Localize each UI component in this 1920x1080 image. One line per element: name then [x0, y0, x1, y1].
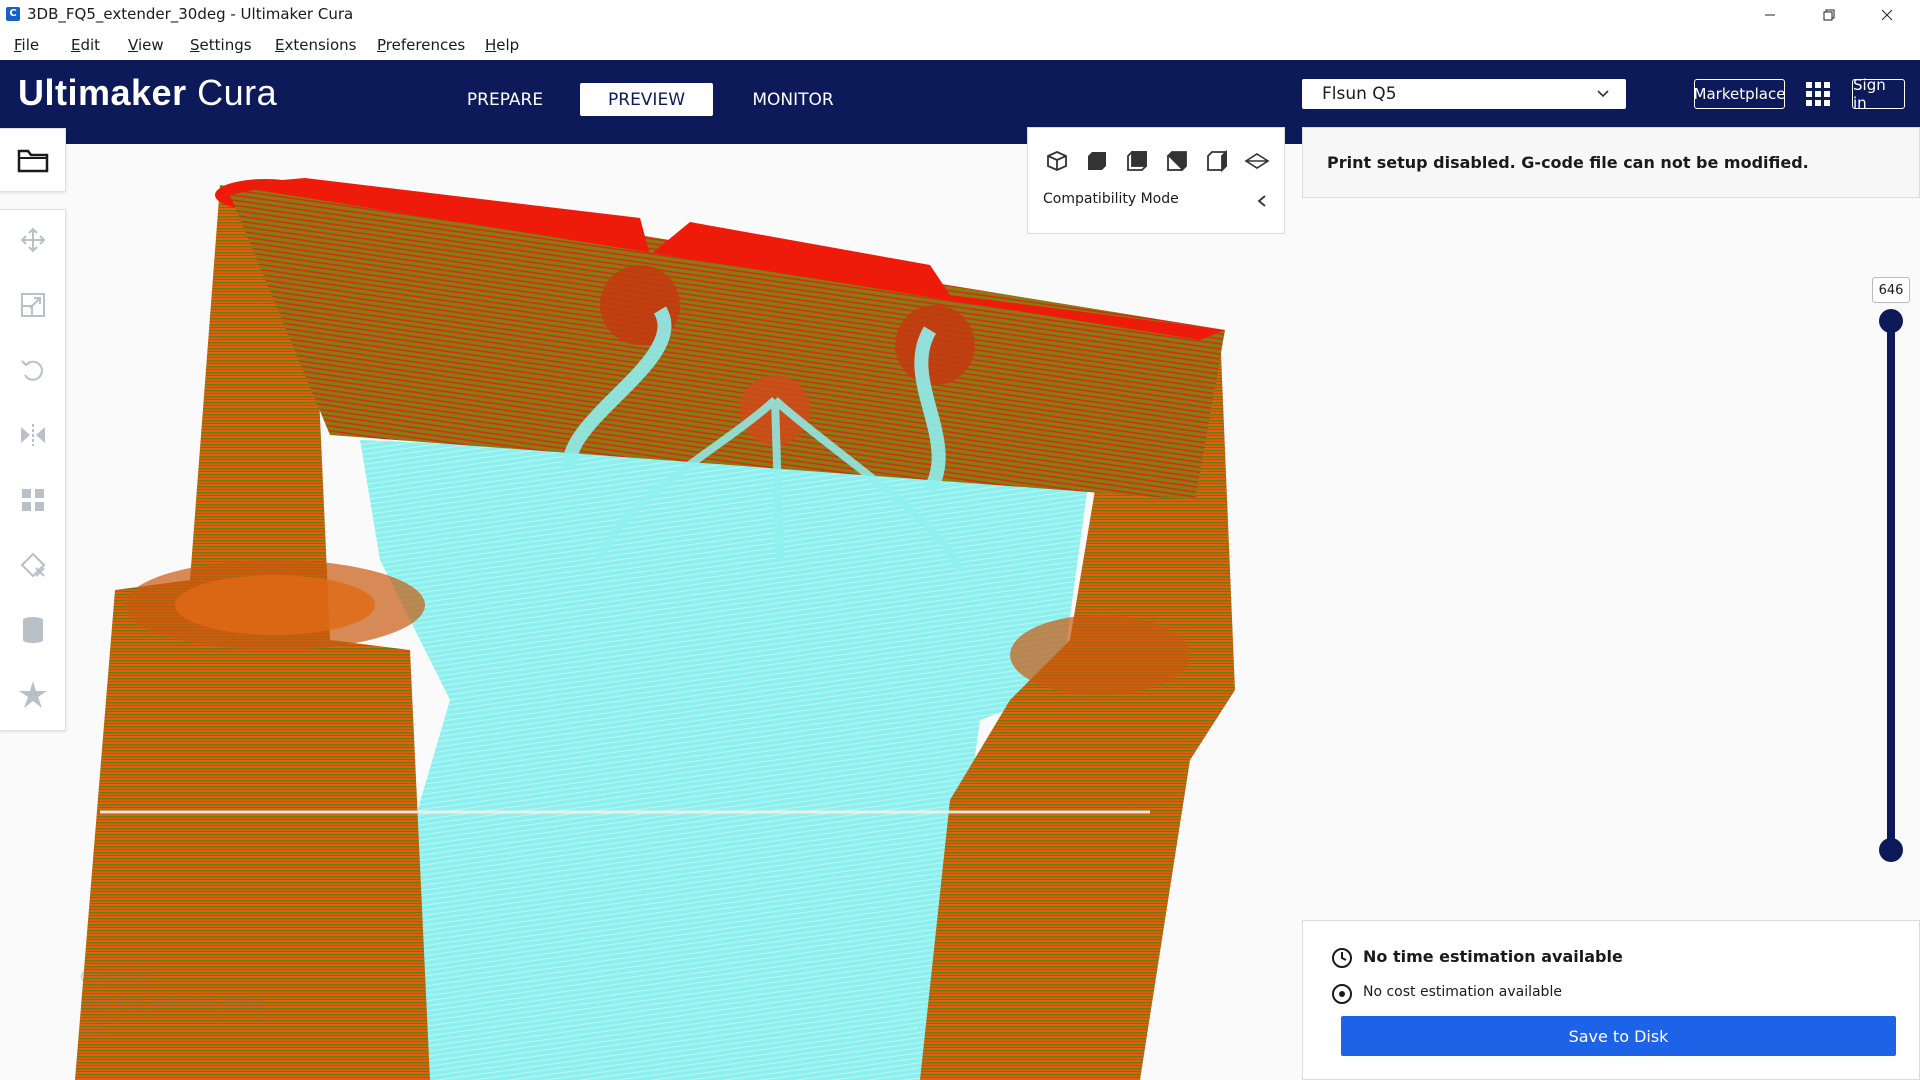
rotate-tool[interactable]	[0, 340, 65, 400]
chevron-down-icon	[1597, 90, 1609, 98]
window-title: 3DB_FQ5_extender_30deg - Ultimaker Cura	[27, 5, 354, 23]
move-tool[interactable]	[0, 210, 65, 270]
support-blocker-icon	[20, 552, 45, 578]
view-orientation-panel: Compatibility Mode	[1027, 127, 1285, 234]
cost-icon	[1332, 984, 1352, 1004]
chevron-left-icon[interactable]	[1256, 194, 1268, 208]
object-list[interactable]: Object list 3DB_FQ5_extender_30deg mm	[80, 970, 265, 1048]
compatibility-mode-label: Compatibility Mode	[1043, 191, 1179, 207]
restore-button[interactable]	[1806, 0, 1852, 30]
tool-bar	[0, 209, 66, 731]
move-icon	[20, 227, 45, 253]
mirror-icon	[20, 424, 45, 446]
print-estimate-panel: No time estimation available No cost est…	[1302, 920, 1920, 1080]
logo-bold: Ultimaker	[18, 72, 187, 113]
clock-icon	[1332, 948, 1352, 968]
menu-edit[interactable]: Edit	[71, 36, 100, 54]
open-file-button[interactable]	[0, 128, 66, 192]
per-model-settings-tool[interactable]	[0, 470, 65, 530]
layer-slider-upper-handle[interactable]	[1879, 309, 1903, 333]
3d-view-icon[interactable]	[1044, 148, 1070, 174]
print-setup-panel: Print setup disabled. G-code file can no…	[1302, 127, 1920, 198]
rotate-icon	[20, 360, 43, 381]
x-ray-view-icon[interactable]	[1244, 148, 1270, 174]
close-icon	[1881, 9, 1893, 21]
restore-icon	[1823, 9, 1835, 21]
stage-preview[interactable]: PREVIEW	[580, 83, 713, 116]
object-list-item[interactable]: 3DB_FQ5_extender_30deg	[80, 996, 265, 1012]
cura-app-icon: C	[6, 7, 20, 21]
ultimaker-cura-logo: Ultimaker Cura	[18, 72, 277, 114]
close-button[interactable]	[1864, 0, 1910, 30]
minimize-button[interactable]	[1747, 0, 1793, 30]
layer-slider-lower-handle[interactable]	[1879, 838, 1903, 862]
custom-supports-tool[interactable]	[0, 600, 65, 660]
marketplace-button[interactable]: Marketplace	[1694, 79, 1785, 109]
menu-preferences[interactable]: Preferences	[377, 36, 465, 54]
object-dimensions: mm	[80, 1022, 108, 1038]
object-list-header[interactable]: Object list	[80, 970, 265, 986]
per-model-settings-icon	[21, 489, 44, 511]
sign-in-button[interactable]: Sign in	[1852, 76, 1905, 112]
custom-supports-icon	[22, 617, 43, 643]
layer-value-input[interactable]: 646	[1872, 277, 1910, 303]
apps-grid-button[interactable]	[1805, 81, 1831, 107]
left-view-icon[interactable]	[1164, 148, 1190, 174]
stage-prepare[interactable]: PREPARE	[450, 83, 560, 116]
cost-estimation-label: No cost estimation available	[1363, 984, 1562, 1000]
scale-icon	[20, 293, 45, 317]
minimize-icon	[1765, 14, 1775, 16]
menu-file[interactable]: File	[14, 36, 39, 54]
printer-name: Flsun Q5	[1322, 84, 1397, 104]
right-view-icon[interactable]	[1204, 148, 1230, 174]
logo-light: Cura	[197, 72, 278, 113]
save-to-disk-button[interactable]: Save to Disk	[1341, 1016, 1896, 1056]
menu-view[interactable]: View	[128, 36, 164, 54]
layer-slider-track[interactable]	[1887, 322, 1895, 852]
apps-grid-icon	[1806, 82, 1830, 106]
support-blocker-tool[interactable]	[0, 535, 65, 595]
menu-extensions[interactable]: Extensions	[275, 36, 356, 54]
front-view-icon[interactable]	[1084, 148, 1110, 174]
stage-monitor[interactable]: MONITOR	[737, 83, 849, 116]
tree-support-icon	[18, 681, 47, 708]
printer-selector[interactable]: Flsun Q5	[1302, 79, 1626, 109]
menu-help[interactable]: Help	[485, 36, 519, 54]
scale-tool[interactable]	[0, 275, 65, 335]
time-estimation-label: No time estimation available	[1363, 947, 1623, 966]
folder-icon	[17, 149, 48, 173]
tree-support-tool[interactable]	[0, 665, 65, 725]
mirror-tool[interactable]	[0, 405, 65, 465]
menu-settings[interactable]: Settings	[190, 36, 252, 54]
top-view-icon[interactable]	[1124, 148, 1150, 174]
